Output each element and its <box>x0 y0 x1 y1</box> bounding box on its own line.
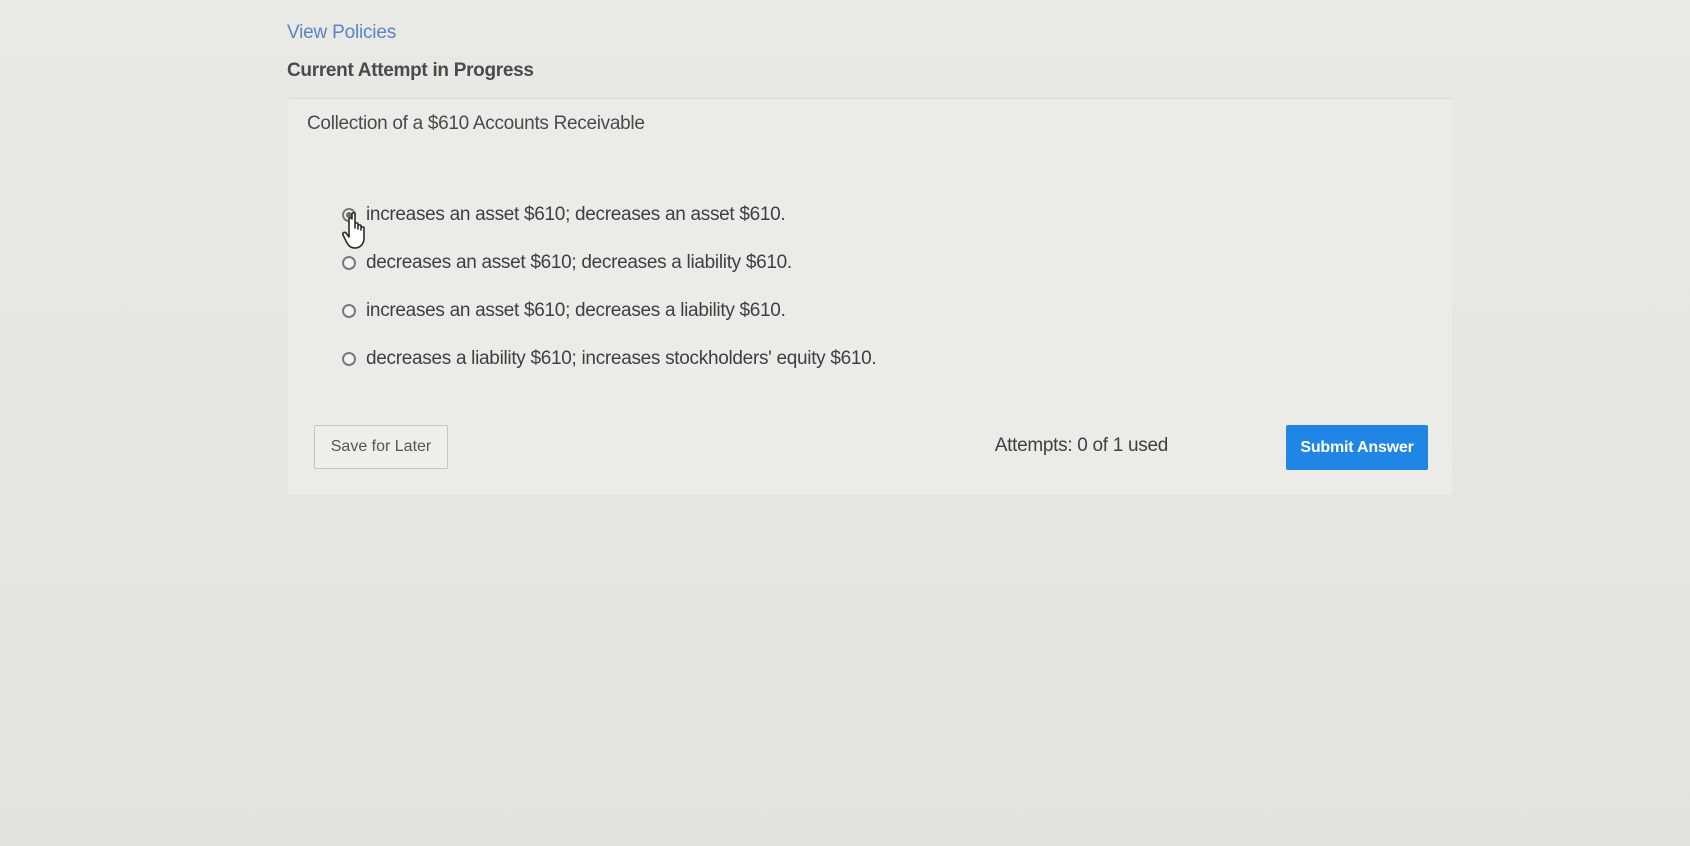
choice-2[interactable]: decreases an asset $610; decreases a lia… <box>342 239 876 287</box>
choice-label: decreases a liability $610; increases st… <box>366 348 877 369</box>
radio-button[interactable] <box>342 352 356 366</box>
radio-button[interactable] <box>342 304 356 318</box>
attempt-heading: Current Attempt in Progress <box>287 60 534 81</box>
choice-3[interactable]: increases an asset $610; decreases a lia… <box>342 287 876 335</box>
submit-answer-button[interactable]: Submit Answer <box>1286 425 1428 470</box>
choice-label: increases an asset $610; decreases a lia… <box>366 300 786 321</box>
radio-button-selected[interactable] <box>342 208 356 222</box>
radio-button[interactable] <box>342 256 356 270</box>
view-policies-link[interactable]: View Policies <box>287 22 396 44</box>
question-text: Collection of a $610 Accounts Receivable <box>307 113 645 134</box>
page: View Policies Current Attempt in Progres… <box>0 0 1690 846</box>
question-card: Collection of a $610 Accounts Receivable… <box>288 98 1452 495</box>
choice-4[interactable]: decreases a liability $610; increases st… <box>342 335 877 383</box>
choice-label: increases an asset $610; decreases an as… <box>366 204 786 225</box>
choice-1[interactable]: increases an asset $610; decreases an as… <box>342 191 876 239</box>
choice-label: decreases an asset $610; decreases a lia… <box>366 252 792 273</box>
attempts-counter: Attempts: 0 of 1 used <box>994 435 1169 456</box>
answer-choices: increases an asset $610; decreases an as… <box>342 191 877 383</box>
save-for-later-button[interactable]: Save for Later <box>314 425 448 469</box>
